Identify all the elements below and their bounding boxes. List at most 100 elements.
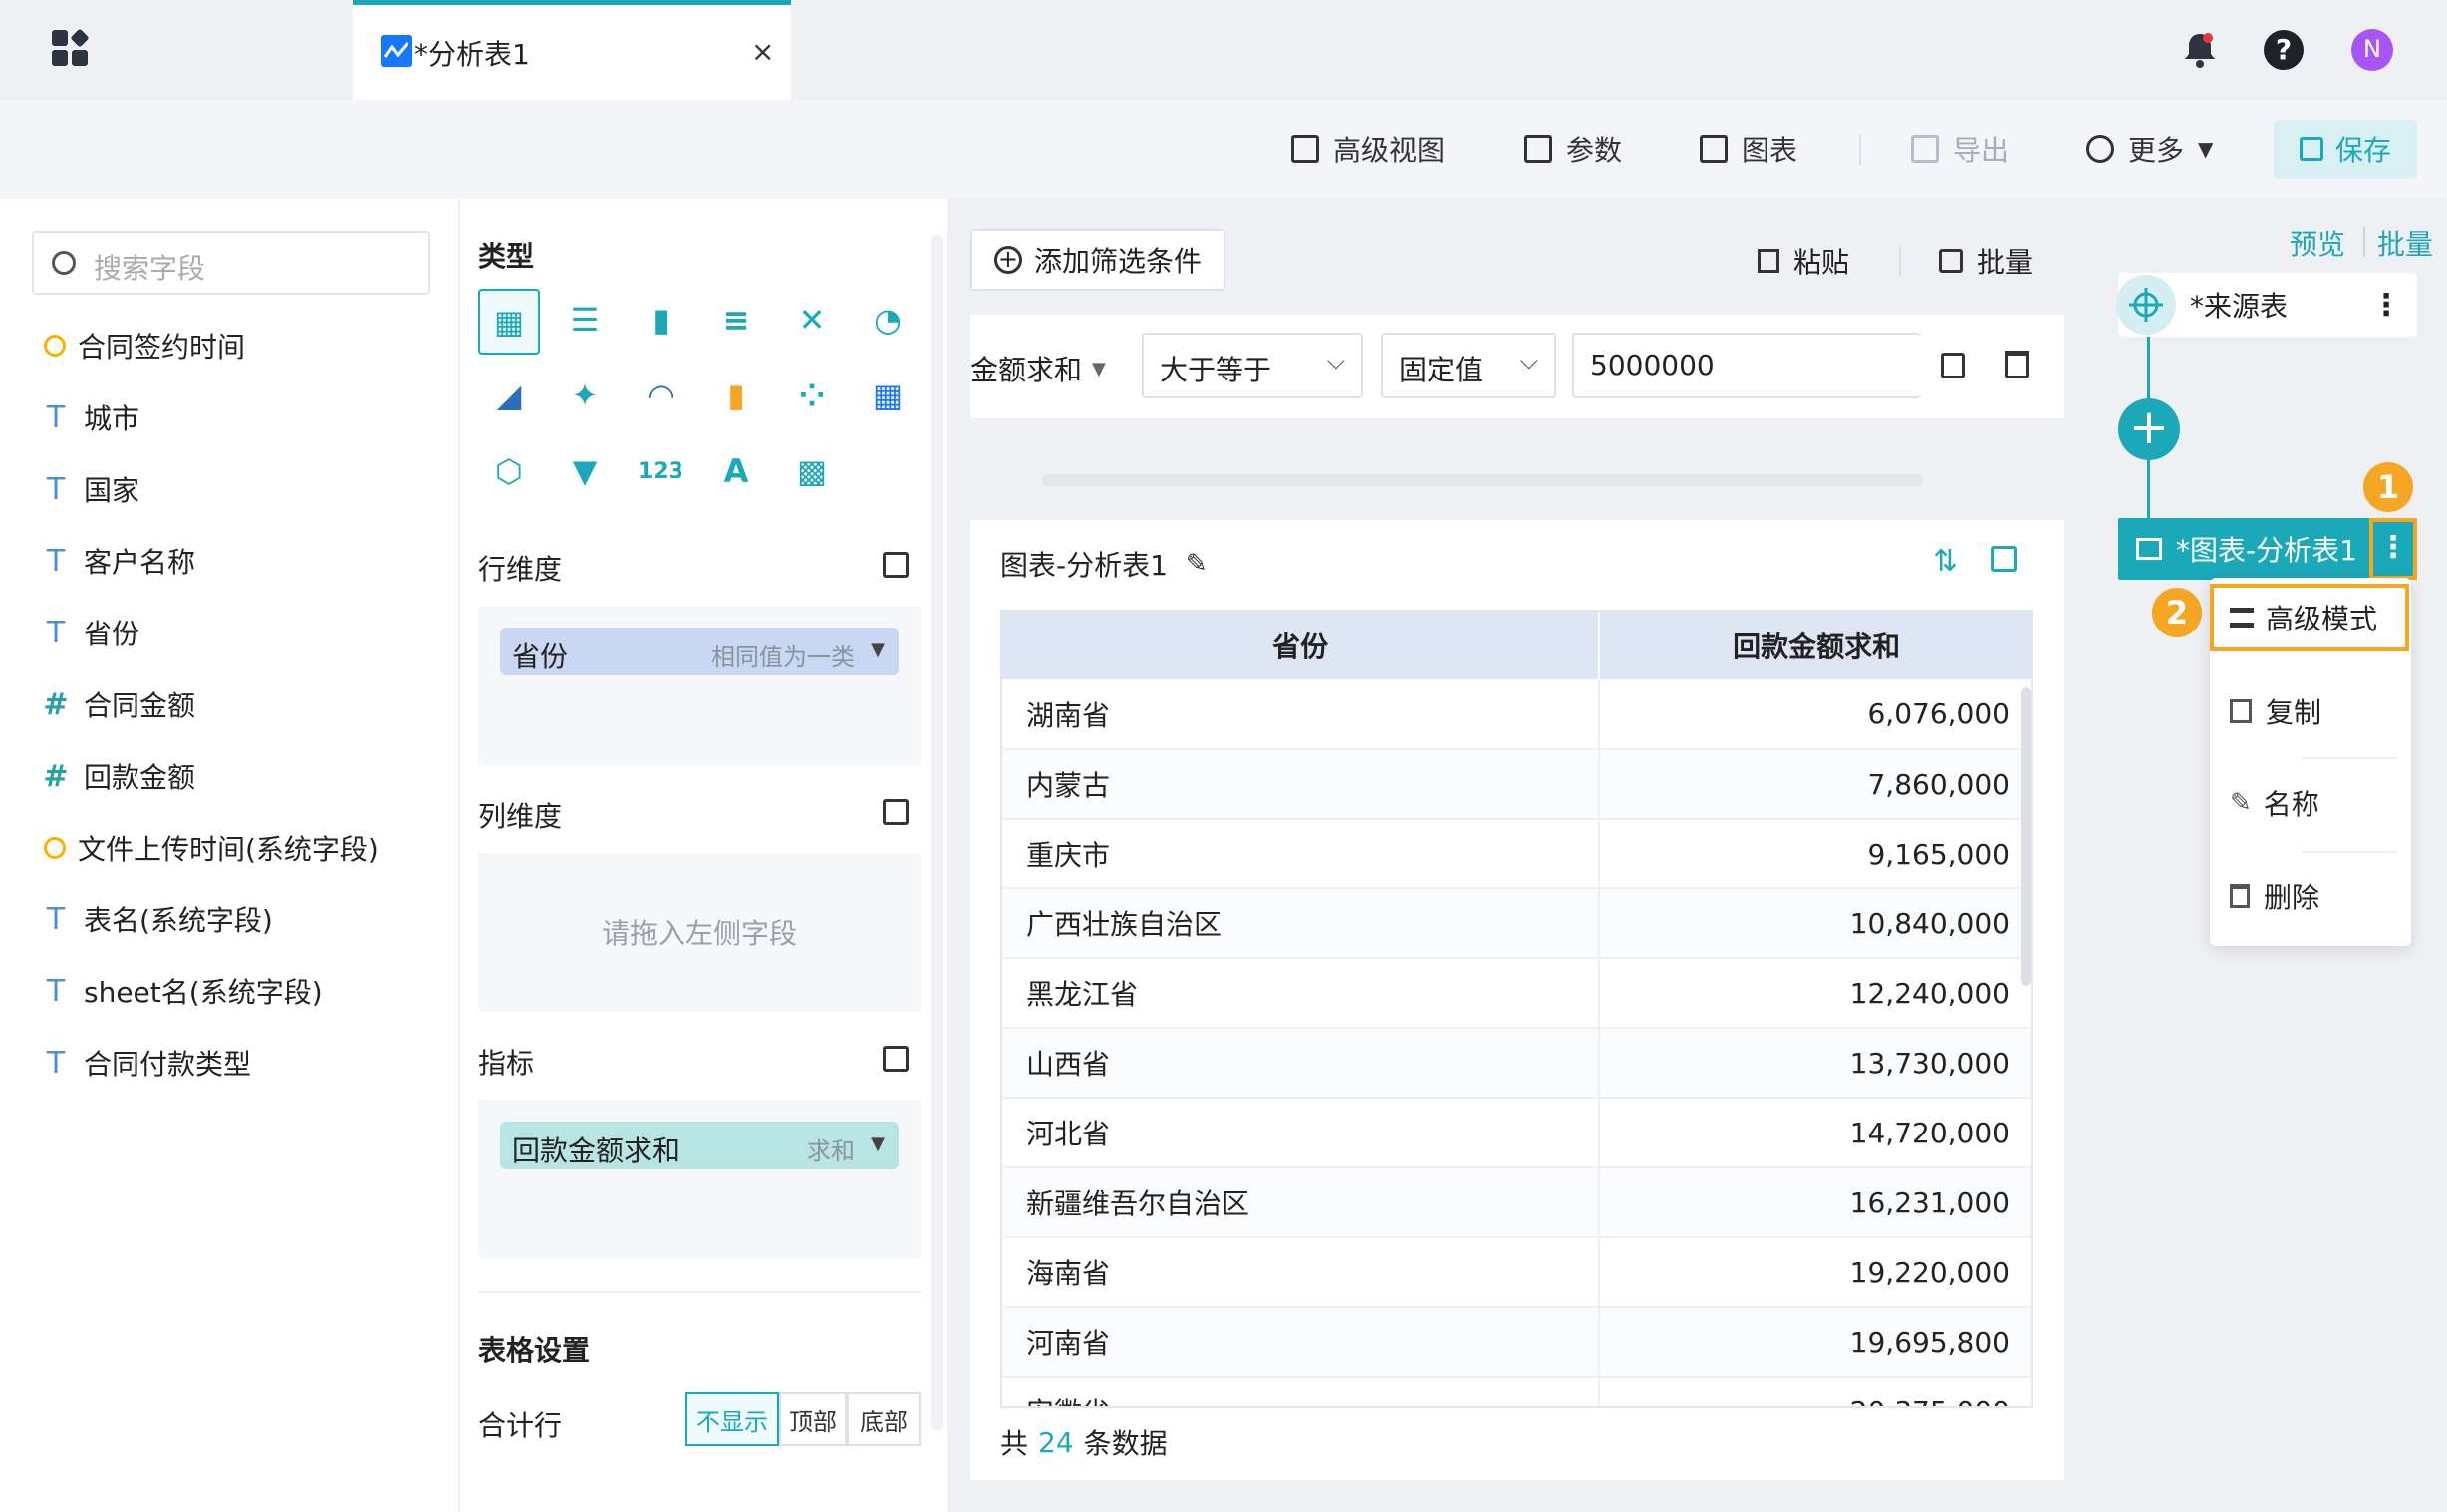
- field-item[interactable]: T 城市: [40, 394, 139, 440]
- export-button[interactable]: 导出: [1911, 120, 2009, 179]
- field-item[interactable]: T 客户名称: [40, 538, 195, 584]
- preview-link[interactable]: 预览: [2290, 223, 2345, 263]
- stacked-bar-icon[interactable]: ▮: [705, 365, 767, 426]
- word-cloud-icon[interactable]: A: [705, 440, 767, 502]
- fullscreen-icon[interactable]: [1991, 546, 2017, 572]
- menu-item-copy[interactable]: 复制: [2230, 691, 2321, 731]
- table-row[interactable]: 山西省 13,730,000: [1002, 1028, 2031, 1099]
- heatmap-icon[interactable]: ▩: [781, 440, 843, 502]
- funnel-chart-icon[interactable]: ▼: [554, 440, 616, 502]
- column-header-amount[interactable]: 回款金额求和: [1599, 612, 2031, 679]
- sort-icon[interactable]: ⇅: [1933, 544, 1958, 579]
- caret-down-icon[interactable]: ▼: [871, 639, 885, 660]
- amount-cell: 20,375,000: [1598, 1377, 2031, 1406]
- advanced-view-button[interactable]: 高级视图: [1291, 120, 1445, 179]
- table-row[interactable]: 河北省 14,720,000: [1002, 1098, 2031, 1168]
- delete-condition-icon[interactable]: [2005, 351, 2029, 378]
- export-icon: [1911, 135, 1939, 163]
- close-tab-icon[interactable]: ×: [751, 35, 774, 68]
- expand-icon[interactable]: [883, 1046, 909, 1072]
- avatar[interactable]: N: [2351, 29, 2393, 71]
- scatter-chart-icon[interactable]: ⁘: [781, 365, 843, 426]
- card-chart-icon[interactable]: ▦: [857, 365, 919, 426]
- province-cell: 重庆市: [1002, 819, 1600, 889]
- field-item[interactable]: 合同签约时间: [40, 323, 245, 369]
- divider: [478, 1291, 921, 1293]
- tab-analysis-table[interactable]: *分析表1 ×: [353, 0, 791, 100]
- total-row-bottom-option[interactable]: 底部: [847, 1392, 921, 1446]
- params-button[interactable]: 参数: [1524, 120, 1622, 179]
- table-row[interactable]: 海南省 19,220,000: [1002, 1237, 2031, 1308]
- expand-icon[interactable]: [883, 799, 909, 825]
- table-chart-icon[interactable]: ▦: [478, 289, 540, 355]
- field-item[interactable]: 文件上传时间(系统字段): [40, 825, 379, 871]
- target-icon: [2116, 275, 2176, 335]
- chart-button[interactable]: 图表: [1700, 120, 1797, 179]
- bell-icon[interactable]: [2178, 28, 2222, 72]
- table-scrollbar[interactable]: [2021, 687, 2031, 986]
- type-section-title: 类型: [478, 240, 535, 273]
- bar-chart-icon[interactable]: ▮: [630, 289, 691, 351]
- batch-button[interactable]: 批量: [1939, 241, 2033, 281]
- field-item[interactable]: # 回款金额: [40, 753, 195, 799]
- menu-item-rename[interactable]: ✎ 名称: [2230, 783, 2319, 823]
- search-input[interactable]: 搜索字段: [32, 231, 430, 295]
- total-row-top-option[interactable]: 顶部: [779, 1392, 847, 1446]
- divider: [1899, 247, 1901, 277]
- pie-chart-icon[interactable]: ◔: [857, 289, 919, 351]
- field-item[interactable]: T 合同付款类型: [40, 1040, 251, 1086]
- table-row[interactable]: 安徽省20,375,000: [1002, 1377, 2031, 1406]
- table-row[interactable]: 黑龙江省 12,240,000: [1002, 958, 2031, 1029]
- caret-down-icon[interactable]: ▼: [871, 1134, 885, 1154]
- edit-pen-icon[interactable]: ✎: [1186, 549, 1208, 579]
- radar-chart-icon[interactable]: ⬡: [478, 440, 540, 502]
- more-vertical-icon[interactable]: ⋮: [2371, 288, 2401, 323]
- paste-button[interactable]: 粘贴: [1758, 241, 1849, 281]
- table-row[interactable]: 湖南省 6,076,000: [1002, 679, 2031, 750]
- copy-condition-icon[interactable]: [1941, 353, 1965, 378]
- table-row[interactable]: 广西壮族自治区 10,840,000: [1002, 888, 2031, 959]
- field-item[interactable]: # 合同金额: [40, 681, 195, 727]
- area-chart-icon[interactable]: ◢: [478, 365, 540, 426]
- chart-node-more-icon[interactable]: ⋮: [2369, 518, 2417, 580]
- source-node[interactable]: *来源表 ⋮: [2116, 273, 2417, 337]
- col-dim-dropzone[interactable]: 请拖入左侧字段: [478, 853, 921, 1012]
- plus-circle-icon: +: [993, 246, 1022, 274]
- menu-item-delete[interactable]: 删除: [2230, 877, 2319, 916]
- row-dim-pill[interactable]: 省份 相同值为一类 ▼: [500, 628, 899, 675]
- batch-link[interactable]: 批量: [2377, 223, 2433, 263]
- field-item[interactable]: T 国家: [40, 466, 139, 512]
- table-row[interactable]: 重庆市 9,165,000: [1002, 819, 2031, 889]
- filter-field-select[interactable]: 金额求和 ▼: [970, 349, 1106, 388]
- gauge-chart-icon[interactable]: ◠: [630, 365, 691, 426]
- save-button[interactable]: 保存: [2274, 120, 2417, 179]
- menu-item-advanced-mode[interactable]: 高级模式: [2210, 584, 2409, 651]
- help-icon[interactable]: ?: [2264, 30, 2304, 70]
- app-grid-icon[interactable]: [52, 28, 90, 68]
- table-row[interactable]: 新疆维吾尔自治区 16,231,000: [1002, 1167, 2031, 1238]
- filter-operator-select[interactable]: 大于等于 ⌵: [1142, 333, 1363, 398]
- table-row[interactable]: 河南省 19,695,800: [1002, 1307, 2031, 1378]
- combo-chart-icon[interactable]: ✕: [781, 289, 843, 351]
- horizontal-scrollbar[interactable]: [1042, 474, 1923, 486]
- add-filter-button[interactable]: + 添加筛选条件: [970, 229, 1225, 291]
- field-item[interactable]: T 表名(系统字段): [40, 896, 273, 942]
- detail-table-icon[interactable]: ☰: [554, 289, 616, 351]
- table-row[interactable]: 内蒙古 7,860,000: [1002, 749, 2031, 820]
- field-item[interactable]: T 省份: [40, 610, 139, 655]
- map-chart-icon[interactable]: ✦: [554, 365, 616, 426]
- number-card-icon[interactable]: 123: [630, 440, 691, 502]
- metric-pill[interactable]: 回款金额求和 求和 ▼: [500, 1122, 899, 1169]
- text-type-icon: T: [46, 471, 66, 507]
- config-scrollbar[interactable]: [931, 235, 943, 1430]
- amount-cell: 12,240,000: [1598, 958, 2031, 1029]
- expand-icon[interactable]: [883, 552, 909, 578]
- horizontal-bar-icon[interactable]: ≡: [705, 289, 767, 351]
- total-row-hide-option[interactable]: 不显示: [685, 1392, 779, 1446]
- column-header-province[interactable]: 省份: [1002, 612, 1601, 679]
- field-item[interactable]: Tsheet名(系统字段): [40, 968, 323, 1014]
- more-button[interactable]: 更多 ▼: [2086, 120, 2213, 179]
- filter-value-type-select[interactable]: 固定值 ⌵: [1381, 333, 1556, 398]
- add-node-button[interactable]: +: [2118, 398, 2180, 460]
- filter-value-input[interactable]: 5000000: [1572, 333, 1921, 398]
